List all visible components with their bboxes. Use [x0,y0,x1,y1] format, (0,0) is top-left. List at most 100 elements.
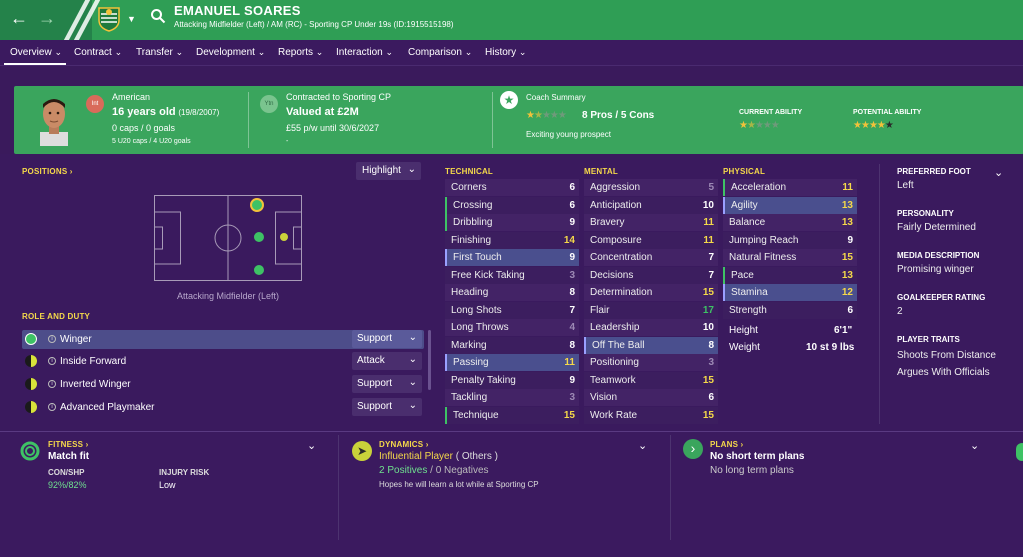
attribute-row[interactable]: Work Rate 15 [584,406,718,424]
attribute-row[interactable]: Teamwork 15 [584,371,718,389]
tab-overview[interactable]: Overview ⌄ [10,47,62,58]
role-name: Winger [60,334,92,345]
attribute-row[interactable]: Agility 13 [723,196,857,214]
tab-development[interactable]: Development ⌄ [196,47,265,58]
attribute-row[interactable]: Acceleration 11 [723,179,857,196]
duty-dropdown[interactable]: Attack ⌄ [352,352,422,370]
age: 16 years old [112,106,176,118]
attribute-row[interactable]: Finishing 14 [445,231,579,249]
attribute-row[interactable]: Jumping Reach 9 [723,231,857,249]
attribute-row[interactable]: Strength 6 [723,301,857,319]
attribute-row[interactable]: Flair 17 [584,301,718,319]
attribute-value: 14 [563,234,575,246]
duty-label: Support [357,401,393,412]
wage-extra: - [286,138,289,145]
attribute-row[interactable]: Anticipation 10 [584,196,718,214]
attribute-row[interactable]: Corners 6 [445,179,579,196]
tab-history[interactable]: History ⌄ [485,47,526,58]
role-row-advanced-playmaker[interactable]: i Advanced Playmaker Support ⌄ [22,398,424,417]
attribute-row[interactable]: Off The Ball 8 [584,336,718,354]
tab-contract[interactable]: Contract ⌄ [74,47,122,58]
attribute-row[interactable]: Crossing 6 [445,196,579,214]
attribute-value: 15 [702,409,714,421]
attribute-row[interactable]: Decisions 7 [584,266,718,284]
goalkeeper-rating-label: GOALKEEPER RATING [897,293,986,302]
role-row-winger[interactable]: i Winger Support ⌄ [22,330,424,349]
attribute-row[interactable]: Concentration 7 [584,249,718,266]
positions-title[interactable]: POSITIONS › [22,167,73,176]
role-row-inside-forward[interactable]: i Inside Forward Attack ⌄ [22,352,424,371]
attribute-row[interactable]: Dribbling 9 [445,214,579,231]
role-row-inverted-winger[interactable]: i Inverted Winger Support ⌄ [22,375,424,394]
attribute-row[interactable]: Free Kick Taking 3 [445,266,579,284]
attribute-row[interactable]: Stamina 12 [723,284,857,301]
attribute-row[interactable]: Tackling 3 [445,389,579,406]
con-shp-value: 92%/82% [48,480,87,490]
positions-pitch[interactable] [154,195,302,281]
chevron-down-icon[interactable]: ⌄ [307,439,316,452]
fitness-title[interactable]: FITNESS › [48,440,88,449]
duty-dropdown[interactable]: Support ⌄ [352,398,422,416]
attribute-row[interactable]: Composure 11 [584,231,718,249]
chevron-down-icon[interactable]: ⌄ [970,439,979,452]
forward-arrow-icon[interactable]: → [38,8,56,28]
attribute-row[interactable]: First Touch 9 [445,249,579,266]
tab-reports[interactable]: Reports ⌄ [278,47,323,58]
info-icon[interactable]: i [48,380,56,388]
duty-dropdown[interactable]: Support ⌄ [352,330,422,348]
info-icon[interactable]: i [48,335,56,343]
attribute-name: Positioning [590,357,639,368]
attribute-value: 10 [702,199,714,211]
attribute-name: Finishing [451,234,492,246]
chevron-down-icon[interactable]: ⌄ [994,166,1003,179]
info-icon[interactable]: i [48,403,56,411]
back-arrow-icon[interactable]: ← [10,8,28,28]
plans-title[interactable]: PLANS › [710,440,743,449]
tab-transfer[interactable]: Transfer ⌄ [136,47,183,58]
tab-comparison[interactable]: Comparison ⌄ [408,47,472,58]
attribute-row[interactable]: Marking 8 [445,336,579,354]
attribute-row[interactable]: Aggression 5 [584,179,718,196]
attribute-value: 12 [841,287,853,298]
attribute-row[interactable]: Bravery 11 [584,214,718,231]
attribute-value: 11 [703,234,714,246]
attribute-row[interactable]: Leadership 10 [584,319,718,336]
roles-scrollbar[interactable] [428,330,431,390]
tab-interaction[interactable]: Interaction ⌄ [336,47,393,58]
attribute-row[interactable]: Passing 11 [445,354,579,371]
duty-dropdown[interactable]: Support ⌄ [352,375,422,393]
attribute-row[interactable]: Technique 15 [445,406,579,424]
attribute-row[interactable]: Pace 13 [723,266,857,284]
search-icon[interactable] [150,8,166,27]
player-avatar[interactable] [34,94,74,146]
attribute-row[interactable]: Vision 6 [584,389,718,406]
attribute-row[interactable]: Long Shots 7 [445,301,579,319]
positives: 2 Positives [379,465,428,476]
attribute-row[interactable]: Penalty Taking 9 [445,371,579,389]
club-crest-icon[interactable] [97,6,121,32]
coach-summary-title[interactable]: Coach Summary [526,93,586,102]
attribute-name: Bravery [590,217,625,228]
attribute-row[interactable]: Long Throws 4 [445,319,579,336]
dropdown-icon[interactable]: ▼ [127,14,136,24]
player-name: EMANUEL SOARES [174,3,301,18]
attribute-row[interactable]: Determination 15 [584,284,718,301]
media-description-label: MEDIA DESCRIPTION [897,251,980,260]
role-suitability-icon [25,333,37,345]
attribute-value: 5 [708,182,714,193]
attribute-row[interactable]: Natural Fitness 15 [723,249,857,266]
attribute-row[interactable]: Balance 13 [723,214,857,231]
contract-status[interactable]: Contracted to Sporting CP [286,92,391,102]
attribute-value: 6 [569,199,575,211]
attribute-value: 11 [842,182,853,193]
caps-goals: 0 caps / 0 goals [112,123,176,133]
chevron-down-icon[interactable]: ⌄ [638,439,647,452]
highlight-dropdown[interactable]: Highlight ⌄ [356,162,421,180]
attribute-row[interactable]: Heading 8 [445,284,579,301]
attribute-name: Passing [453,357,489,368]
next-panel-icon[interactable] [1016,443,1023,461]
dynamics-title[interactable]: DYNAMICS › [379,440,429,449]
attribute-row[interactable]: Positioning 3 [584,354,718,371]
attribute-value: 8 [569,287,575,298]
info-icon[interactable]: i [48,357,56,365]
